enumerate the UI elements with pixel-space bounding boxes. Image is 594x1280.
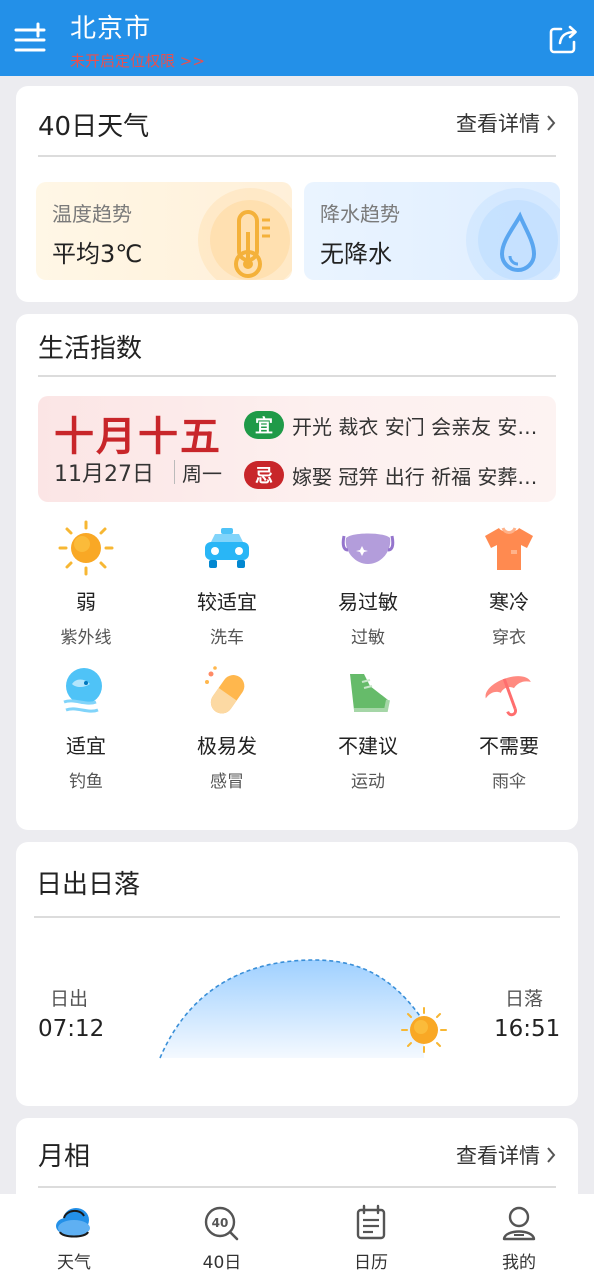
precipitation-trend-card[interactable]: 降水趋势 无降水 bbox=[304, 182, 560, 280]
index-level: 弱 bbox=[76, 590, 96, 614]
index-level: 不建议 bbox=[338, 734, 398, 758]
moon-details-link[interactable]: 查看详情 bbox=[456, 1140, 556, 1170]
tab-weather[interactable]: 天气 bbox=[24, 1204, 124, 1273]
index-level: 适宜 bbox=[66, 734, 106, 758]
index-level: 寒冷 bbox=[489, 590, 529, 614]
sneaker-icon bbox=[350, 674, 390, 712]
forty-day-card: 40日天气 查看详情 温度趋势 平均3℃ 降水趋势 无降水 bbox=[16, 86, 578, 302]
moon-title: 月相 bbox=[38, 1142, 91, 1172]
divider bbox=[34, 916, 560, 918]
cloud-weather-icon bbox=[56, 1208, 90, 1238]
sunset-label: 日落 bbox=[505, 988, 544, 1010]
pill-icon bbox=[205, 666, 245, 714]
tab-profile[interactable]: 我的 bbox=[469, 1204, 569, 1273]
index-name: 过敏 bbox=[351, 628, 385, 648]
location-permission-link[interactable]: 未开启定位权限 >> bbox=[70, 50, 205, 71]
temperature-trend-label: 温度趋势 bbox=[52, 202, 132, 226]
tab-label: 日历 bbox=[354, 1253, 388, 1273]
city-name[interactable]: 北京市 bbox=[70, 8, 151, 45]
index-item-allergy[interactable]: 易过敏 过敏 bbox=[308, 520, 428, 648]
ji-badge: 忌 bbox=[244, 461, 284, 489]
yi-badge: 宜 bbox=[244, 411, 284, 439]
index-name: 感冒 bbox=[210, 772, 244, 792]
raindrop-icon bbox=[466, 188, 560, 280]
divider bbox=[38, 1186, 556, 1188]
index-item-clothing[interactable]: 寒冷 穿衣 bbox=[449, 520, 569, 648]
yi-text: 开光 裁衣 安门 会亲友 安… bbox=[292, 414, 538, 439]
index-level: 不需要 bbox=[479, 734, 539, 758]
tab-label: 我的 bbox=[502, 1253, 536, 1273]
temperature-trend-value: 平均3℃ bbox=[52, 240, 143, 268]
index-name: 运动 bbox=[351, 772, 385, 792]
temperature-trend-card[interactable]: 温度趋势 平均3℃ bbox=[36, 182, 292, 280]
app-header: 北京市 未开启定位权限 >> bbox=[0, 0, 594, 76]
bottom-tab-bar: 天气 40 40日 日历 我的 bbox=[0, 1194, 594, 1280]
forty-day-title: 40日天气 bbox=[38, 112, 150, 142]
sunrise-time: 07:12 bbox=[38, 1016, 105, 1042]
fish-icon bbox=[63, 668, 102, 713]
solar-date: 11月27日 bbox=[54, 462, 154, 487]
ji-row: 忌 嫁娶 冠笄 出行 祈福 安葬… bbox=[244, 460, 537, 490]
precipitation-trend-label: 降水趋势 bbox=[320, 202, 400, 226]
share-icon[interactable] bbox=[546, 22, 580, 56]
precipitation-trend-value: 无降水 bbox=[320, 240, 392, 268]
chevron-right-icon bbox=[547, 115, 556, 131]
index-item-cold[interactable]: 极易发 感冒 bbox=[167, 664, 287, 792]
sunrise-sunset-card: 日出日落 日出 07:12 日落 16:51 bbox=[16, 842, 578, 1106]
user-icon bbox=[502, 1206, 536, 1241]
index-item-umbrella[interactable]: 不需要 雨伞 bbox=[449, 664, 569, 792]
calendar-icon bbox=[356, 1204, 386, 1240]
index-item-exercise[interactable]: 不建议 运动 bbox=[308, 664, 428, 792]
yi-row: 宜 开光 裁衣 安门 会亲友 安… bbox=[244, 410, 537, 440]
life-index-card: 生活指数 十月十五 11月27日 周一 宜 开光 裁衣 安门 会亲友 安… 忌 … bbox=[16, 314, 578, 830]
index-name: 洗车 bbox=[210, 628, 244, 648]
lunar-date: 十月十五 bbox=[54, 413, 222, 460]
mask-icon bbox=[341, 533, 395, 564]
details-label: 查看详情 bbox=[456, 112, 540, 136]
life-index-title: 生活指数 bbox=[38, 334, 143, 364]
thermometer-icon bbox=[198, 188, 292, 280]
divider bbox=[38, 375, 556, 377]
sun-title: 日出日落 bbox=[36, 870, 141, 900]
sunset-time: 16:51 bbox=[494, 1016, 561, 1042]
tab-label: 40日 bbox=[202, 1253, 242, 1273]
tshirt-icon bbox=[485, 527, 533, 570]
add-city-menu-icon[interactable] bbox=[14, 22, 48, 54]
car-icon bbox=[205, 528, 249, 568]
divider bbox=[38, 155, 556, 157]
index-name: 紫外线 bbox=[60, 628, 112, 648]
sun-icon bbox=[58, 520, 114, 576]
index-name: 雨伞 bbox=[492, 772, 526, 792]
almanac-banner[interactable]: 十月十五 11月27日 周一 宜 开光 裁衣 安门 会亲友 安… 忌 嫁娶 冠笄… bbox=[38, 396, 556, 502]
sun-icon bbox=[401, 1007, 447, 1053]
index-item-fishing[interactable]: 适宜 钓鱼 bbox=[26, 664, 146, 792]
index-item-uv[interactable]: 弱 紫外线 bbox=[26, 520, 146, 648]
index-level: 极易发 bbox=[197, 734, 257, 758]
tab-calendar[interactable]: 日历 bbox=[321, 1204, 421, 1273]
index-level: 易过敏 bbox=[338, 590, 398, 614]
umbrella-icon bbox=[485, 676, 531, 717]
details-label: 查看详情 bbox=[456, 1144, 540, 1168]
index-item-car-wash[interactable]: 较适宜 洗车 bbox=[167, 520, 287, 648]
index-name: 穿衣 bbox=[492, 628, 526, 648]
date-separator bbox=[174, 460, 175, 484]
svg-text:40: 40 bbox=[212, 1216, 229, 1230]
ji-text: 嫁娶 冠笄 出行 祈福 安葬… bbox=[292, 464, 538, 489]
forty-day-details-link[interactable]: 查看详情 bbox=[456, 108, 556, 138]
tab-forty-day[interactable]: 40 40日 bbox=[172, 1204, 272, 1273]
forty-day-search-icon: 40 bbox=[204, 1206, 239, 1241]
chevron-right-icon bbox=[547, 1147, 556, 1163]
index-name: 钓鱼 bbox=[69, 772, 103, 792]
sunrise-label: 日出 bbox=[50, 988, 89, 1010]
tab-label: 天气 bbox=[57, 1253, 91, 1273]
index-level: 较适宜 bbox=[197, 590, 257, 614]
weekday: 周一 bbox=[182, 462, 222, 486]
